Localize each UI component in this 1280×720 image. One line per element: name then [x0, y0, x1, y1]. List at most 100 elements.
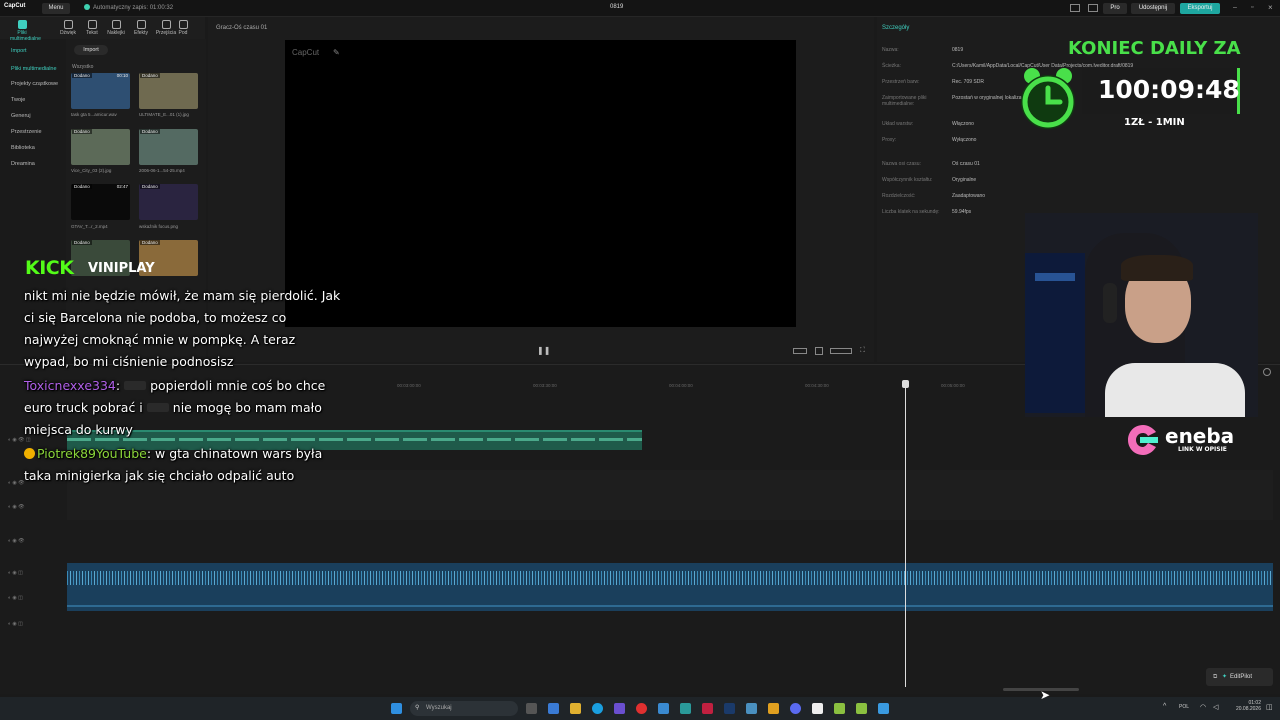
media-thumb[interactable]: Dodano [71, 129, 130, 165]
detail-label: Nazwa: [882, 47, 899, 53]
added-badge: Dodano [140, 129, 160, 134]
tool-stickers[interactable]: Naklejki [104, 19, 128, 36]
fullscreen-icon[interactable]: ⛶ [860, 347, 865, 355]
edge-icon[interactable] [592, 703, 603, 714]
app-icon[interactable] [702, 703, 713, 714]
tool-strip: Pliki multimedialne Dźwięk Tekst Naklejk… [0, 17, 205, 42]
nav-dreamina[interactable]: Dreamina [5, 158, 61, 170]
nav-library[interactable]: Biblioteka [5, 142, 61, 154]
zoom-timeline-icon[interactable] [1263, 368, 1271, 376]
language-indicator[interactable]: POL [1179, 704, 1189, 710]
chat-message: nikt mi nie będzie mówił, że mam się pie… [24, 285, 344, 373]
zoom-icon[interactable] [815, 347, 823, 355]
import-button[interactable]: Import [74, 45, 108, 55]
tool-transitions[interactable]: Przejścia [154, 19, 178, 36]
tool-label: Dźwięk [59, 30, 77, 36]
tool-more[interactable]: Pod [176, 19, 190, 36]
folder-icon[interactable] [570, 703, 581, 714]
calculator-icon[interactable] [746, 703, 757, 714]
app-icon[interactable] [878, 703, 889, 714]
teams-icon[interactable] [614, 703, 625, 714]
media-icon [17, 20, 27, 29]
countdown-title: KONIEC DAILY ZA [1068, 38, 1241, 59]
tool-media[interactable]: Pliki multimedialne [10, 19, 41, 42]
keyboard-icon[interactable] [1088, 4, 1098, 12]
media-thumb[interactable]: Dodano [139, 129, 198, 165]
detail-label: Rozdzielczość: [882, 193, 916, 199]
share-button[interactable]: Udostępnij [1131, 3, 1175, 14]
ratio-icon[interactable] [793, 348, 807, 354]
minimize-icon[interactable]: – [1233, 4, 1237, 11]
track-controls[interactable]: ◐ ◉ 👁 [8, 538, 58, 546]
discord-icon[interactable] [790, 703, 801, 714]
notification-icon[interactable]: ◫ [1266, 703, 1273, 711]
app-icon[interactable] [768, 703, 779, 714]
chat-separator: : [115, 378, 121, 393]
layout-icon[interactable] [1070, 4, 1080, 12]
added-badge: Dodano [140, 73, 160, 78]
export-button[interactable]: Eksportuj [1180, 3, 1220, 14]
media-thumb[interactable]: Dodano 00:10 [71, 73, 130, 109]
added-badge: Dodano [140, 240, 160, 245]
wifi-icon[interactable]: ◠ [1200, 703, 1206, 711]
playhead[interactable] [905, 382, 906, 687]
details-header: Szczegóły [882, 25, 910, 31]
capcut-icon[interactable] [812, 703, 823, 714]
taskbar-clock[interactable]: 01:02 20.08.2026 [1227, 700, 1261, 712]
mail-icon[interactable] [658, 703, 669, 714]
track-controls[interactable]: ◐ ◉ 👁 [8, 504, 58, 512]
media-thumb[interactable]: Dodano [139, 73, 198, 109]
task-view-icon[interactable] [526, 703, 537, 714]
autosave-text: Automatyczny zapis: 01:00:32 [93, 5, 174, 11]
taskbar-search[interactable]: ⚲ Wyszukaj [410, 701, 518, 716]
capcut-watermark: CapCut [292, 48, 320, 57]
more-icon [178, 20, 188, 29]
pro-button[interactable]: Pro [1103, 3, 1127, 14]
nav-media[interactable]: Pliki multimedialne [5, 63, 61, 75]
app-icon[interactable] [856, 703, 867, 714]
title-bar: CapCut Menu Automatyczny zapis: 01:00:32… [0, 0, 1280, 17]
ruler-tick: 00:04:00:00 [669, 383, 693, 388]
project-name: 0819 [610, 4, 624, 10]
detail-label: Przestrzeń barw: [882, 79, 920, 85]
app-icon[interactable] [680, 703, 691, 714]
media-thumb[interactable]: Dodano 02:47 [71, 184, 130, 220]
track-controls[interactable]: ◐ ◉ ◫ [8, 621, 58, 629]
play-pause-icon[interactable]: ❚❚ [537, 346, 550, 355]
thumb-name: task gta 5...amicur.wav [71, 112, 117, 117]
track-controls[interactable]: ◐ ◉ ◫ [8, 595, 58, 603]
chat-username: Toxicnexxe334 [24, 378, 116, 393]
app-icon[interactable] [548, 703, 559, 714]
track-controls[interactable]: ◐ ◉ ◫ [8, 570, 58, 578]
steam-icon[interactable] [724, 703, 735, 714]
maximize-icon[interactable]: ▫ [1251, 4, 1253, 11]
nav-generate[interactable]: Generuj [5, 110, 61, 122]
search-placeholder: Wyszukaj [426, 705, 452, 711]
clock-date: 20.08.2026 [1235, 706, 1261, 712]
tool-effects[interactable]: Efekty [129, 19, 153, 36]
media-thumb[interactable]: Dodano [139, 184, 198, 220]
text-icon [87, 20, 97, 29]
windows-start-icon[interactable] [391, 703, 402, 714]
tray-chevron-icon[interactable]: ^ [1163, 703, 1166, 710]
app-icon[interactable] [834, 703, 845, 714]
tool-audio[interactable]: Dźwięk [56, 19, 80, 36]
quality-icon[interactable] [830, 348, 852, 354]
video-viewer[interactable]: CapCut ✎ [285, 40, 796, 327]
nav-spaces[interactable]: Przestrzenie [5, 126, 61, 138]
tool-text[interactable]: Tekst [80, 19, 104, 36]
webcam-led-strip [1035, 273, 1075, 281]
audio-clip[interactable] [67, 563, 1273, 611]
transition-icon [161, 20, 171, 29]
opera-icon[interactable] [636, 703, 647, 714]
nav-subprojects[interactable]: Projekty cząstkowe [5, 78, 61, 90]
menu-button[interactable]: Menu [42, 3, 70, 14]
ruler-tick: 00:05:00:00 [941, 383, 965, 388]
edit-icon[interactable]: ✎ [333, 48, 340, 57]
editpilot-button[interactable]: ⧉ ✦ EditPilot [1206, 668, 1273, 686]
volume-icon[interactable]: ◁ [1213, 703, 1218, 711]
nav-import[interactable]: Import [5, 45, 61, 57]
close-icon[interactable]: × [1268, 3, 1273, 12]
mouse-cursor-icon: ➤ [1040, 688, 1051, 702]
nav-yours[interactable]: Twoje [5, 94, 61, 106]
